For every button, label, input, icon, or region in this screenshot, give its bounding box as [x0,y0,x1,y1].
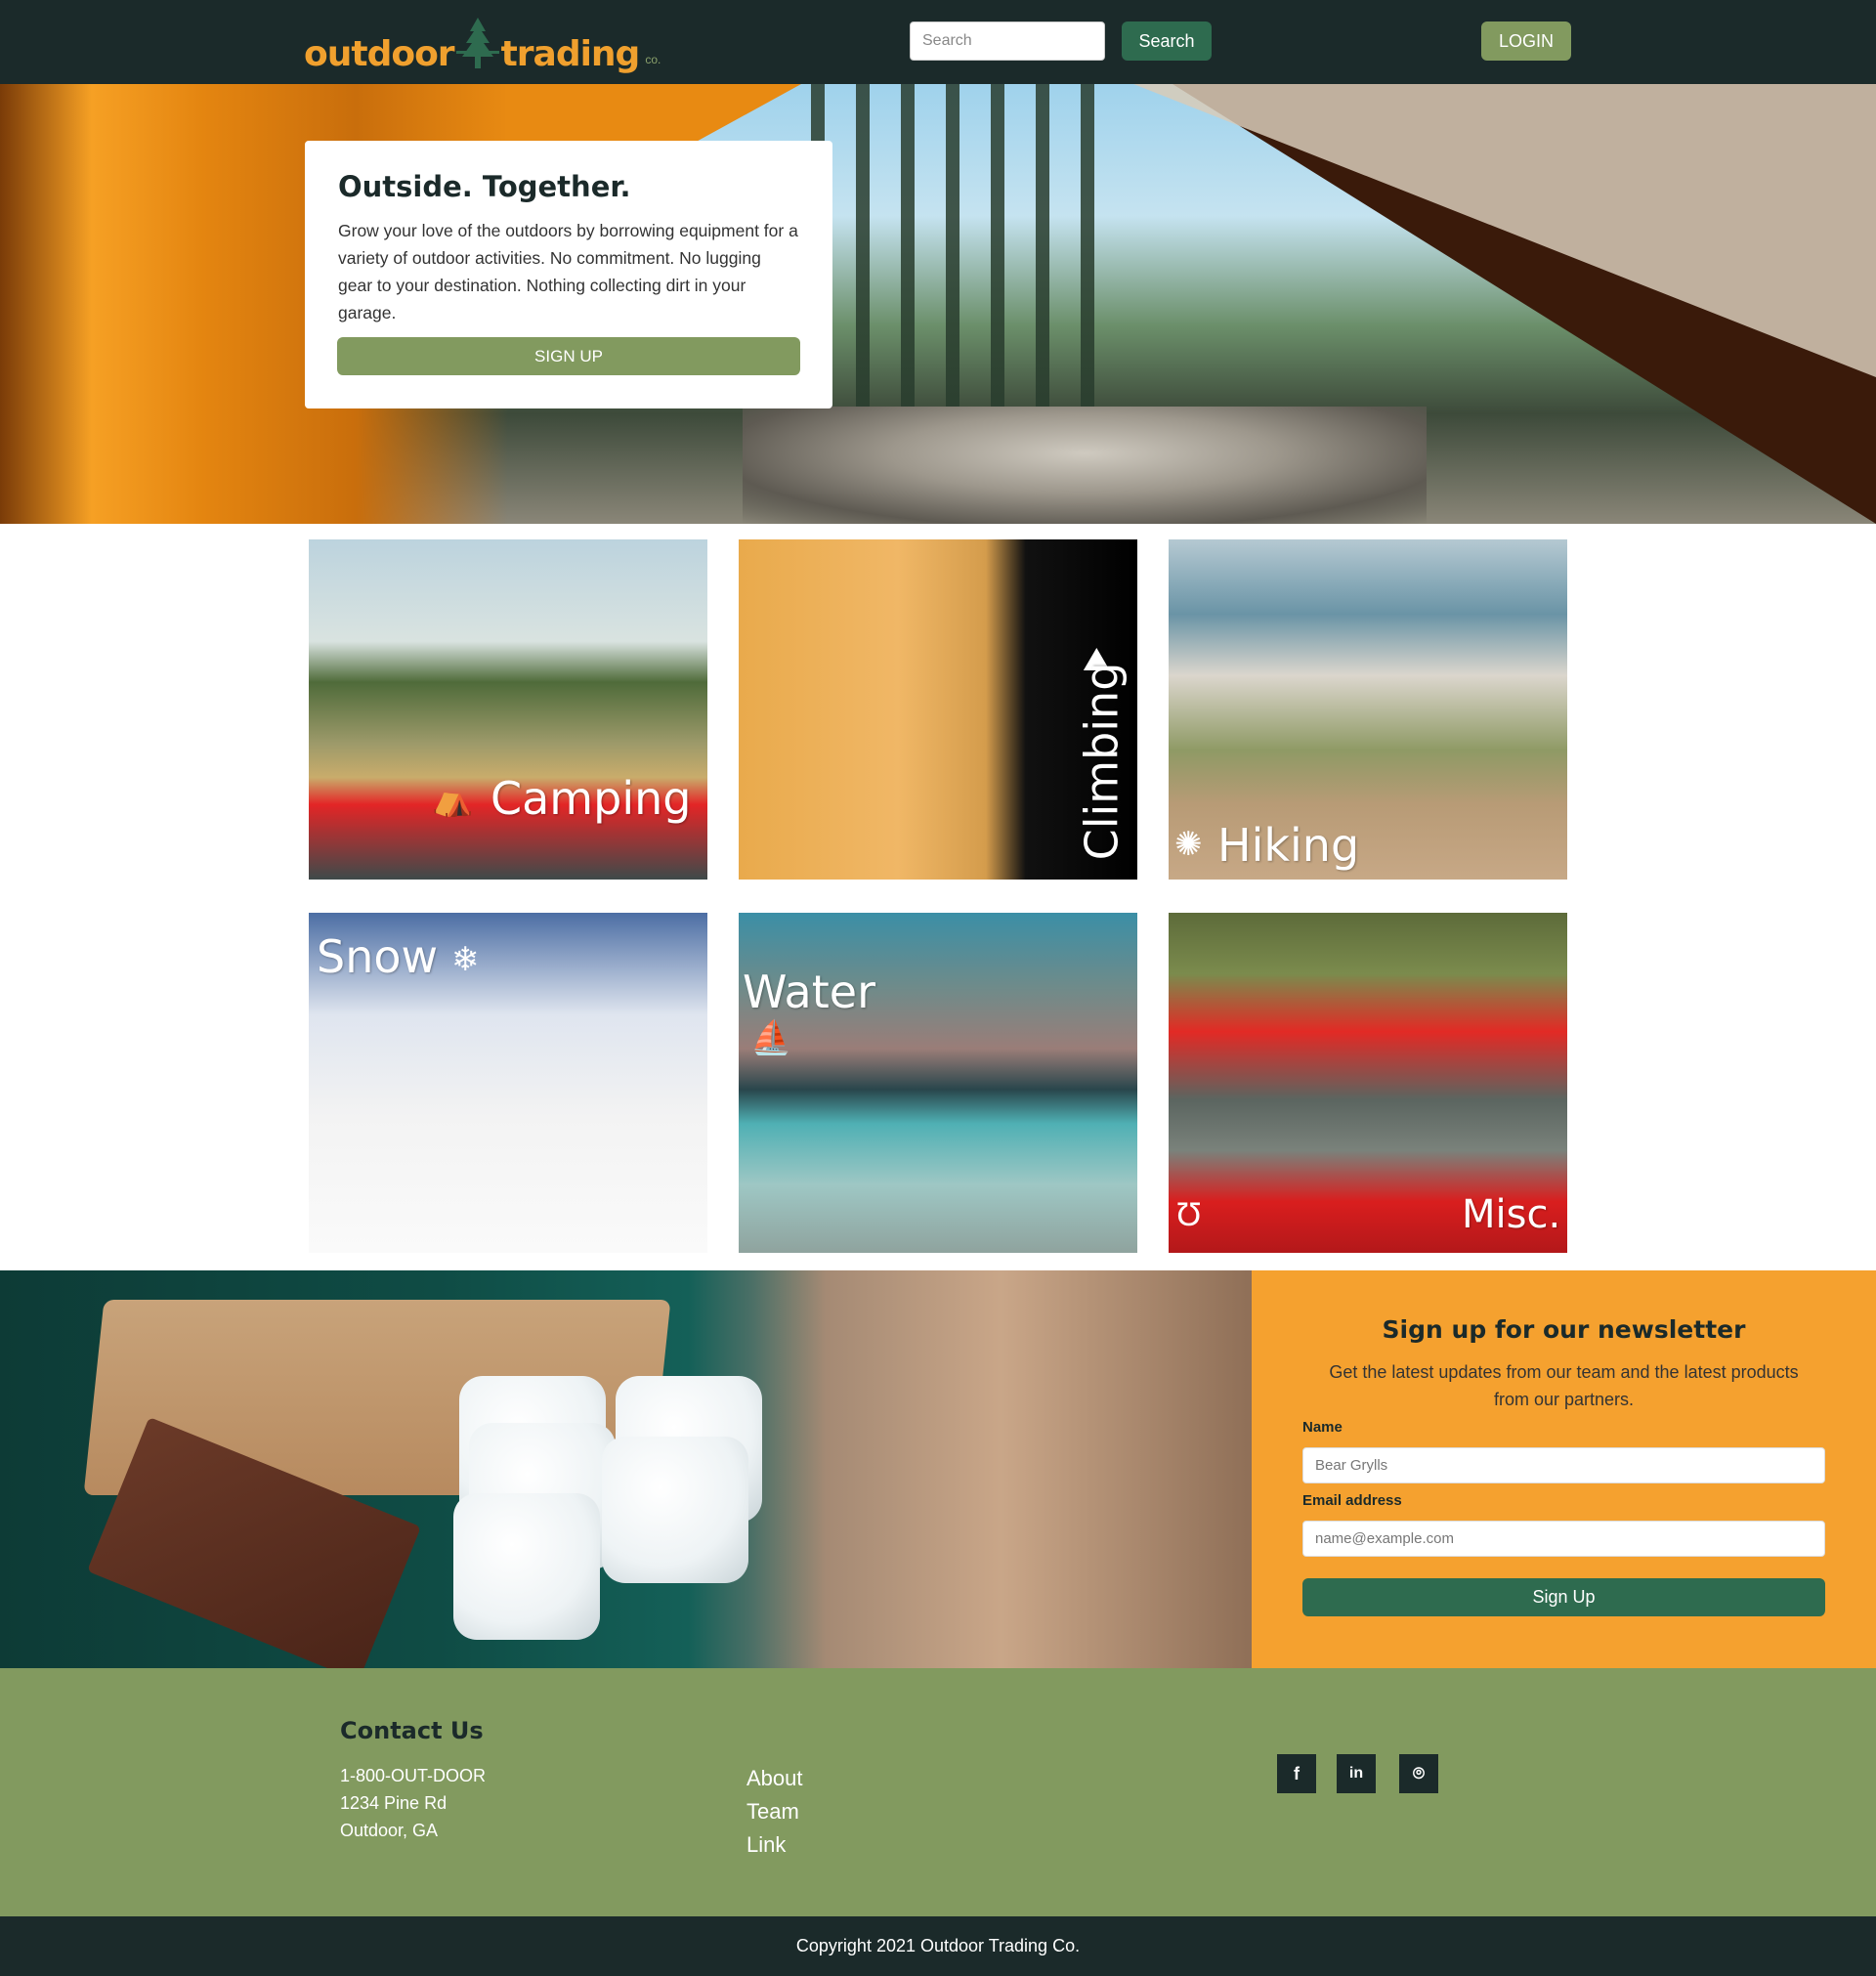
category-label: Climbing [1075,662,1129,861]
marshmallow [453,1493,600,1640]
logo-co: co. [645,53,661,66]
hero-title: Outside. Together. [338,170,631,203]
github-icon[interactable]: ⌾ [1399,1754,1438,1793]
footer-link-link[interactable]: Link [746,1832,786,1858]
smores-image [0,1270,1252,1668]
copyright-bar: Copyright 2021 Outdoor Trading Co. [0,1916,1876,1976]
contact-phone: 1-800-OUT-DOOR [340,1766,487,1785]
category-tile-snow[interactable]: Snow ❄ [309,913,707,1253]
category-tile-water[interactable]: Water ⛵ [739,913,1137,1253]
hero-signup-button[interactable]: SIGN UP [337,337,800,375]
footer-link-team[interactable]: Team [746,1799,799,1825]
hero-banner [0,84,1876,524]
name-label: Name [1302,1419,1343,1436]
email-label: Email address [1302,1492,1402,1509]
email-field[interactable] [1302,1521,1825,1557]
contact-address-line2: Outdoor, GA [340,1821,439,1840]
login-button[interactable]: LOGIN [1481,21,1571,61]
hero-tent-right-light [1133,84,1876,377]
horseshoe-icon: Ʊ [1176,1196,1202,1233]
brand-logo[interactable]: outdoor trading co. [304,12,661,72]
search-input[interactable] [910,21,1105,61]
hero-forest-image [811,84,1124,407]
category-label: Misc. [1462,1192,1561,1237]
newsletter-description: Get the latest updates from our team and… [1329,1362,1799,1409]
snowflake-icon: ❄ [451,941,480,978]
newsletter-title: Sign up for our newsletter [1382,1315,1746,1344]
category-label: Water [743,966,875,1018]
category-label: Snow [317,930,439,983]
copyright-text: Copyright 2021 Outdoor Trading Co. [795,1936,1081,1955]
logo-word-trading: trading [500,34,641,74]
tent-icon: ⛺ [432,781,474,818]
navbar: outdoor trading co. Search LOGIN [0,0,1876,84]
name-field[interactable] [1302,1447,1825,1483]
newsletter-signup-button[interactable]: Sign Up [1302,1578,1825,1616]
category-tile-camping[interactable]: ⛺ Camping [309,539,707,880]
compass-icon: ✺ [1174,826,1203,863]
marshmallow [602,1437,748,1583]
category-tile-climbing[interactable]: ⛰ Climbing [739,539,1137,880]
logo-word-outdoor: outdoor [304,34,455,74]
category-tile-misc[interactable]: Ʊ Misc. [1169,913,1567,1253]
kayak-icon: ⛵ [750,1019,792,1056]
pine-tree-icon [455,18,499,68]
newsletter-panel: Sign up for our newsletter Get the lates… [1252,1270,1876,1668]
category-tile-hiking[interactable]: ✺ Hiking [1169,539,1567,880]
footer-link-about[interactable]: About [746,1766,803,1791]
facebook-icon[interactable]: f [1277,1754,1316,1793]
category-label: Camping [490,772,692,825]
hero-card: Outside. Together. Grow your love of the… [305,141,832,408]
footer: Contact Us 1-800-OUT-DOOR 1234 Pine Rd O… [0,1668,1876,1916]
contact-address-line1: 1234 Pine Rd [340,1793,448,1813]
search-button[interactable]: Search [1122,21,1212,61]
category-label: Hiking [1217,819,1360,872]
contact-title: Contact Us [340,1717,484,1744]
hero-description: Grow your love of the outdoors by borrow… [338,221,798,322]
linkedin-icon[interactable]: in [1337,1754,1376,1793]
